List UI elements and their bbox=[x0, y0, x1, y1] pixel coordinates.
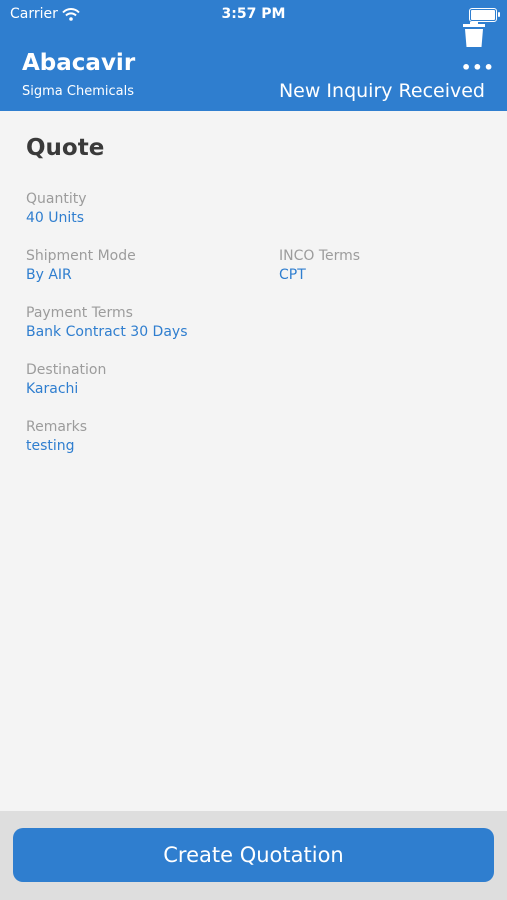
quantity-value: 40 Units bbox=[26, 210, 85, 226]
clock: 3:57 PM bbox=[221, 6, 286, 22]
shipment-mode-value: By AIR bbox=[26, 267, 72, 283]
company-name: Sigma Chemicals bbox=[22, 84, 134, 99]
trash-icon[interactable] bbox=[462, 22, 486, 48]
product-title: Abacavir bbox=[22, 50, 136, 76]
shipment-mode-field: Shipment Mode By AIR bbox=[26, 248, 136, 283]
quantity-field: Quantity 40 Units bbox=[26, 191, 87, 226]
footer-bar: Create Quotation bbox=[0, 811, 507, 900]
shipment-mode-label: Shipment Mode bbox=[26, 248, 136, 264]
inco-terms-value: CPT bbox=[279, 267, 306, 283]
destination-field: Destination Karachi bbox=[26, 362, 106, 397]
app-header: Carrier 3:57 PM ••• Abacavir Sigma Chemi… bbox=[0, 0, 507, 111]
inco-terms-field: INCO Terms CPT bbox=[279, 248, 360, 283]
inco-terms-label: INCO Terms bbox=[279, 248, 361, 264]
payment-terms-label: Payment Terms bbox=[26, 305, 133, 321]
more-options-icon[interactable]: ••• bbox=[461, 58, 495, 77]
inquiry-status: New Inquiry Received bbox=[278, 80, 485, 102]
remarks-value: testing bbox=[26, 438, 75, 454]
destination-label: Destination bbox=[26, 362, 107, 378]
payment-terms-field: Payment Terms Bank Contract 30 Days bbox=[26, 305, 188, 340]
create-quotation-button[interactable]: Create Quotation bbox=[13, 828, 494, 882]
destination-value: Karachi bbox=[26, 381, 79, 397]
payment-terms-value: Bank Contract 30 Days bbox=[26, 324, 188, 340]
section-title: Quote bbox=[26, 135, 105, 161]
status-bar: Carrier 3:57 PM bbox=[0, 0, 507, 28]
remarks-field: Remarks testing bbox=[26, 419, 87, 454]
quantity-label: Quantity bbox=[26, 191, 87, 207]
battery-icon bbox=[469, 8, 500, 22]
remarks-label: Remarks bbox=[26, 419, 88, 435]
quote-details: Quote Quantity 40 Units Shipment Mode By… bbox=[0, 111, 507, 811]
